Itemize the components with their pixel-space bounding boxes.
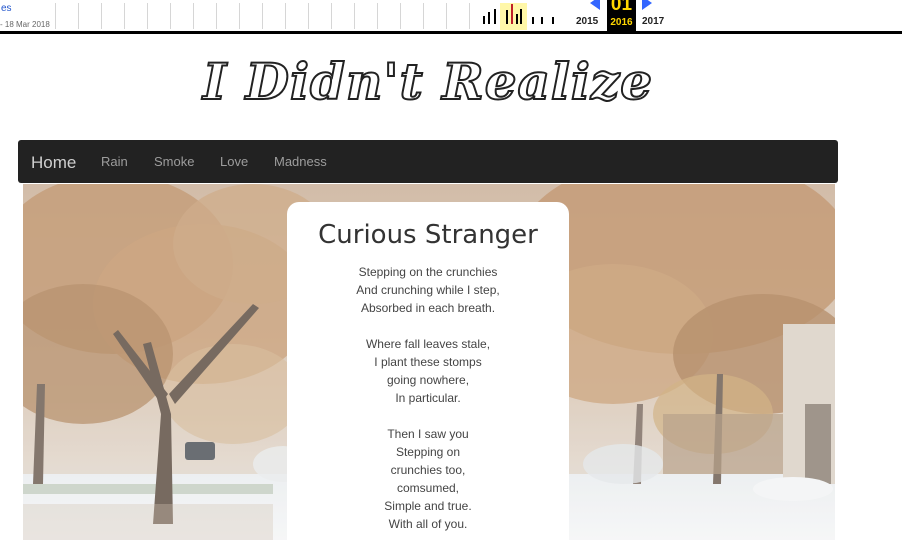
nav-item-rain[interactable]: Rain xyxy=(101,154,128,169)
calendar-divider xyxy=(101,3,102,29)
capture-spark[interactable] xyxy=(483,16,485,24)
calendar-divider xyxy=(354,3,355,29)
calendar-divider xyxy=(446,3,447,29)
calendar-divider xyxy=(124,3,125,29)
poem-line: I plant these stomps xyxy=(374,355,482,369)
capture-spark[interactable] xyxy=(506,10,508,24)
poem-line: Stepping on xyxy=(395,445,461,459)
capture-spark[interactable] xyxy=(552,17,554,24)
prev-arrow-icon[interactable] xyxy=(590,0,600,10)
calendar-divider xyxy=(469,3,470,29)
capture-spark[interactable] xyxy=(488,12,490,24)
calendar-divider xyxy=(331,3,332,29)
capture-spark[interactable] xyxy=(520,9,522,24)
calendar-divider xyxy=(285,3,286,29)
poem-line: Where fall leaves stale, xyxy=(365,337,491,351)
wayback-captures-link[interactable]: es xyxy=(1,3,12,14)
wayback-date-range: - 18 Mar 2018 xyxy=(0,20,50,29)
nav-item-smoke[interactable]: Smoke xyxy=(154,154,194,169)
site-header: I Didn't Realize xyxy=(0,51,856,112)
current-year: 2016 xyxy=(610,17,633,28)
next-year-label[interactable]: 2017 xyxy=(642,16,664,27)
calendar-divider xyxy=(377,3,378,29)
poem-line: Then I saw you xyxy=(387,427,469,441)
poem-card: Curious Stranger Stepping on the crunchi… xyxy=(287,202,569,540)
calendar-divider xyxy=(193,3,194,29)
capture-spark[interactable] xyxy=(516,14,518,24)
calendar-divider xyxy=(216,3,217,29)
poem-line: comsumed, xyxy=(396,481,460,495)
capture-spark[interactable] xyxy=(511,4,513,24)
current-capture-box: 01 2016 xyxy=(607,0,636,31)
calendar-divider xyxy=(400,3,401,29)
capture-spark[interactable] xyxy=(541,17,543,24)
poem-title: Curious Stranger xyxy=(318,220,538,250)
poem-line: Absorbed in each breath. xyxy=(360,301,496,315)
nav-item-madness[interactable]: Madness xyxy=(274,154,327,169)
capture-spark[interactable] xyxy=(494,9,496,24)
nav-item-love[interactable]: Love xyxy=(220,154,248,169)
poem-line: And crunching while I step, xyxy=(356,283,500,297)
poem-line: going nowhere, xyxy=(386,373,470,387)
calendar-divider xyxy=(308,3,309,29)
wayback-toolbar: es - 18 Mar 2018 2015 01 2016 2017 xyxy=(0,0,902,34)
poem-line: In particular. xyxy=(395,391,461,405)
capture-spark[interactable] xyxy=(532,17,534,24)
nav-home-link[interactable]: Home xyxy=(31,153,76,173)
calendar-divider xyxy=(170,3,171,29)
next-arrow-icon[interactable] xyxy=(642,0,652,10)
calendar-divider xyxy=(55,3,56,29)
calendar-divider xyxy=(147,3,148,29)
poem-line: Stepping on the crunchies xyxy=(358,265,498,279)
calendar-divider xyxy=(423,3,424,29)
current-month-highlight xyxy=(500,3,527,30)
site-title[interactable]: I Didn't Realize xyxy=(202,51,653,112)
calendar-divider xyxy=(262,3,263,29)
prev-year-label[interactable]: 2015 xyxy=(576,16,598,27)
poem-line: Simple and true. xyxy=(384,499,472,513)
calendar-divider xyxy=(78,3,79,29)
current-month: 01 xyxy=(610,0,633,15)
poem-line: crunchies too, xyxy=(390,463,466,477)
main-navbar: Home Rain Smoke Love Madness xyxy=(18,140,838,183)
calendar-divider xyxy=(239,3,240,29)
poem-line: With all of you. xyxy=(388,517,468,531)
